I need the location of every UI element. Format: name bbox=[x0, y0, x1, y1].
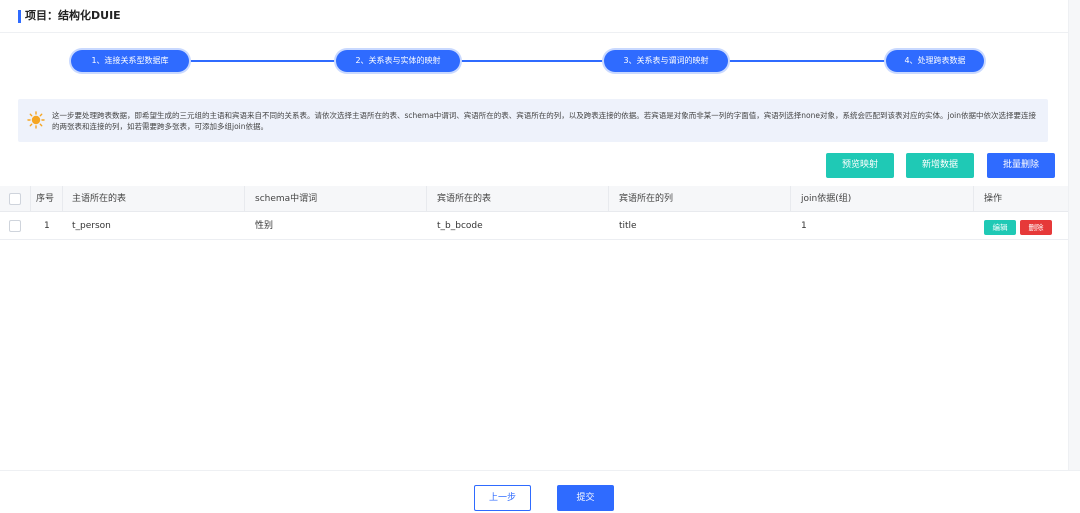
page-footer: 上一步 提交 bbox=[0, 470, 1080, 513]
select-all-checkbox[interactable] bbox=[9, 193, 21, 205]
page-title: 项目：结构化DUIE bbox=[25, 9, 121, 22]
add-data-button[interactable]: 新增数据 bbox=[906, 153, 974, 178]
column-divider bbox=[608, 186, 609, 211]
step-connector bbox=[461, 60, 605, 62]
cell-index: 1 bbox=[44, 221, 50, 231]
step-3[interactable]: 3、关系表与谓词的映射 bbox=[604, 50, 728, 72]
step-2[interactable]: 2、关系表与实体的映射 bbox=[336, 50, 460, 72]
cell-subject-table: t_person bbox=[72, 221, 111, 231]
edit-button[interactable]: 编辑 bbox=[984, 220, 1016, 235]
page-header: 项目：结构化DUIE bbox=[0, 0, 1068, 33]
table-row[interactable]: 1 t_person 性别 t_b_bcode title 1 编辑 删除 bbox=[0, 213, 1068, 240]
header-predicate: schema中谓词 bbox=[255, 194, 318, 204]
cell-predicate: 性别 bbox=[255, 221, 274, 231]
step-connector bbox=[729, 60, 886, 62]
step-connector bbox=[190, 60, 336, 62]
batch-delete-button[interactable]: 批量删除 bbox=[987, 153, 1055, 178]
cell-object-table: t_b_bcode bbox=[437, 221, 483, 231]
row-checkbox[interactable] bbox=[9, 220, 21, 232]
cell-join: 1 bbox=[801, 221, 807, 231]
step-4[interactable]: 4、处理跨表数据 bbox=[886, 50, 984, 72]
step-1[interactable]: 1、连接关系型数据库 bbox=[71, 50, 189, 72]
step-progress: 1、连接关系型数据库 2、关系表与实体的映射 3、关系表与谓词的映射 4、处理跨… bbox=[0, 50, 1068, 72]
header-join: join依据(组) bbox=[801, 194, 852, 204]
column-divider bbox=[30, 186, 31, 211]
delete-button[interactable]: 删除 bbox=[1020, 220, 1052, 235]
cell-object-column: title bbox=[619, 221, 637, 231]
column-divider bbox=[790, 186, 791, 211]
notice-text: 这一步要处理跨表数据，即希望生成的三元组的主语和宾语来自不同的关系表。请依次选择… bbox=[52, 111, 1037, 131]
column-divider bbox=[62, 186, 63, 211]
header-subject-table: 主语所在的表 bbox=[72, 194, 127, 204]
scrollbar-track[interactable] bbox=[1068, 0, 1080, 470]
title-accent-bar bbox=[18, 10, 21, 23]
header-ops: 操作 bbox=[984, 194, 1003, 204]
header-object-column: 宾语所在的列 bbox=[619, 194, 674, 204]
previous-step-button[interactable]: 上一步 bbox=[474, 485, 531, 511]
column-divider bbox=[426, 186, 427, 211]
info-notice: 这一步要处理跨表数据，即希望生成的三元组的主语和宾语来自不同的关系表。请依次选择… bbox=[18, 99, 1048, 142]
table-header: 序号 主语所在的表 schema中谓词 宾语所在的表 宾语所在的列 join依据… bbox=[0, 186, 1068, 212]
sun-tip-icon bbox=[27, 111, 45, 129]
header-index: 序号 bbox=[36, 194, 55, 204]
column-divider bbox=[973, 186, 974, 211]
preview-mapping-button[interactable]: 预览映射 bbox=[826, 153, 894, 178]
column-divider bbox=[244, 186, 245, 211]
header-object-table: 宾语所在的表 bbox=[437, 194, 492, 204]
submit-button[interactable]: 提交 bbox=[557, 485, 614, 511]
